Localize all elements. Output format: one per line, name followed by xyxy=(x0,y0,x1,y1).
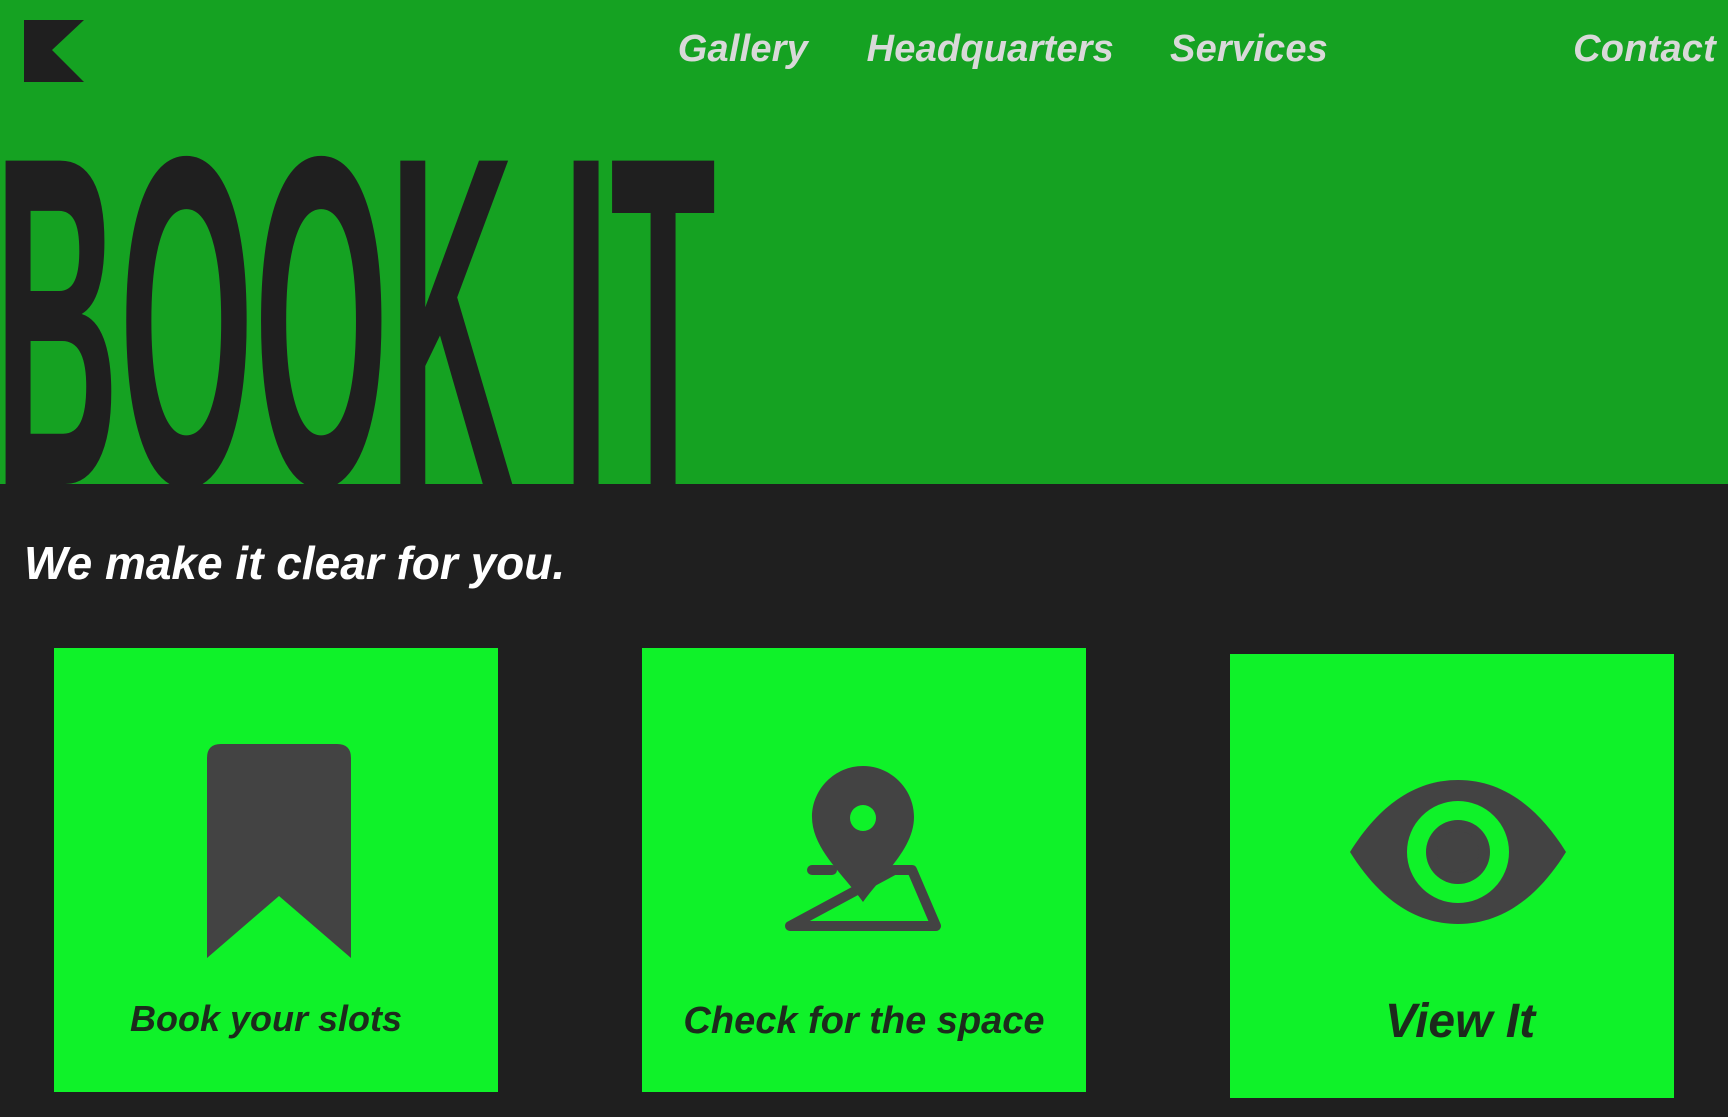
eye-icon xyxy=(1350,780,1566,929)
k-logo-icon[interactable] xyxy=(24,20,84,82)
card-view-it[interactable]: View It xyxy=(1230,654,1674,1098)
card-check-space[interactable]: Check for the space xyxy=(642,648,1086,1092)
map-pin-icon xyxy=(778,766,948,937)
nav-link-services[interactable]: Services xyxy=(1170,28,1328,71)
hero-section: Gallery Headquarters Services Contact BO… xyxy=(0,0,1728,484)
nav-link-headquarters[interactable]: Headquarters xyxy=(867,28,1114,71)
hero-headline: BOOK IT xyxy=(0,132,724,484)
card-label: Check for the space xyxy=(683,1000,1045,1042)
nav-link-gallery[interactable]: Gallery xyxy=(678,28,808,71)
nav-link-contact[interactable]: Contact xyxy=(1573,28,1716,71)
hero-headline-text: BOOK IT xyxy=(0,132,716,484)
bookmark-icon xyxy=(207,744,351,963)
card-book-slots[interactable]: Book your slots xyxy=(54,648,498,1092)
tagline: We make it clear for you. xyxy=(24,537,566,589)
card-label: View It xyxy=(1384,995,1536,1048)
card-label: Book your slots xyxy=(129,998,403,1039)
